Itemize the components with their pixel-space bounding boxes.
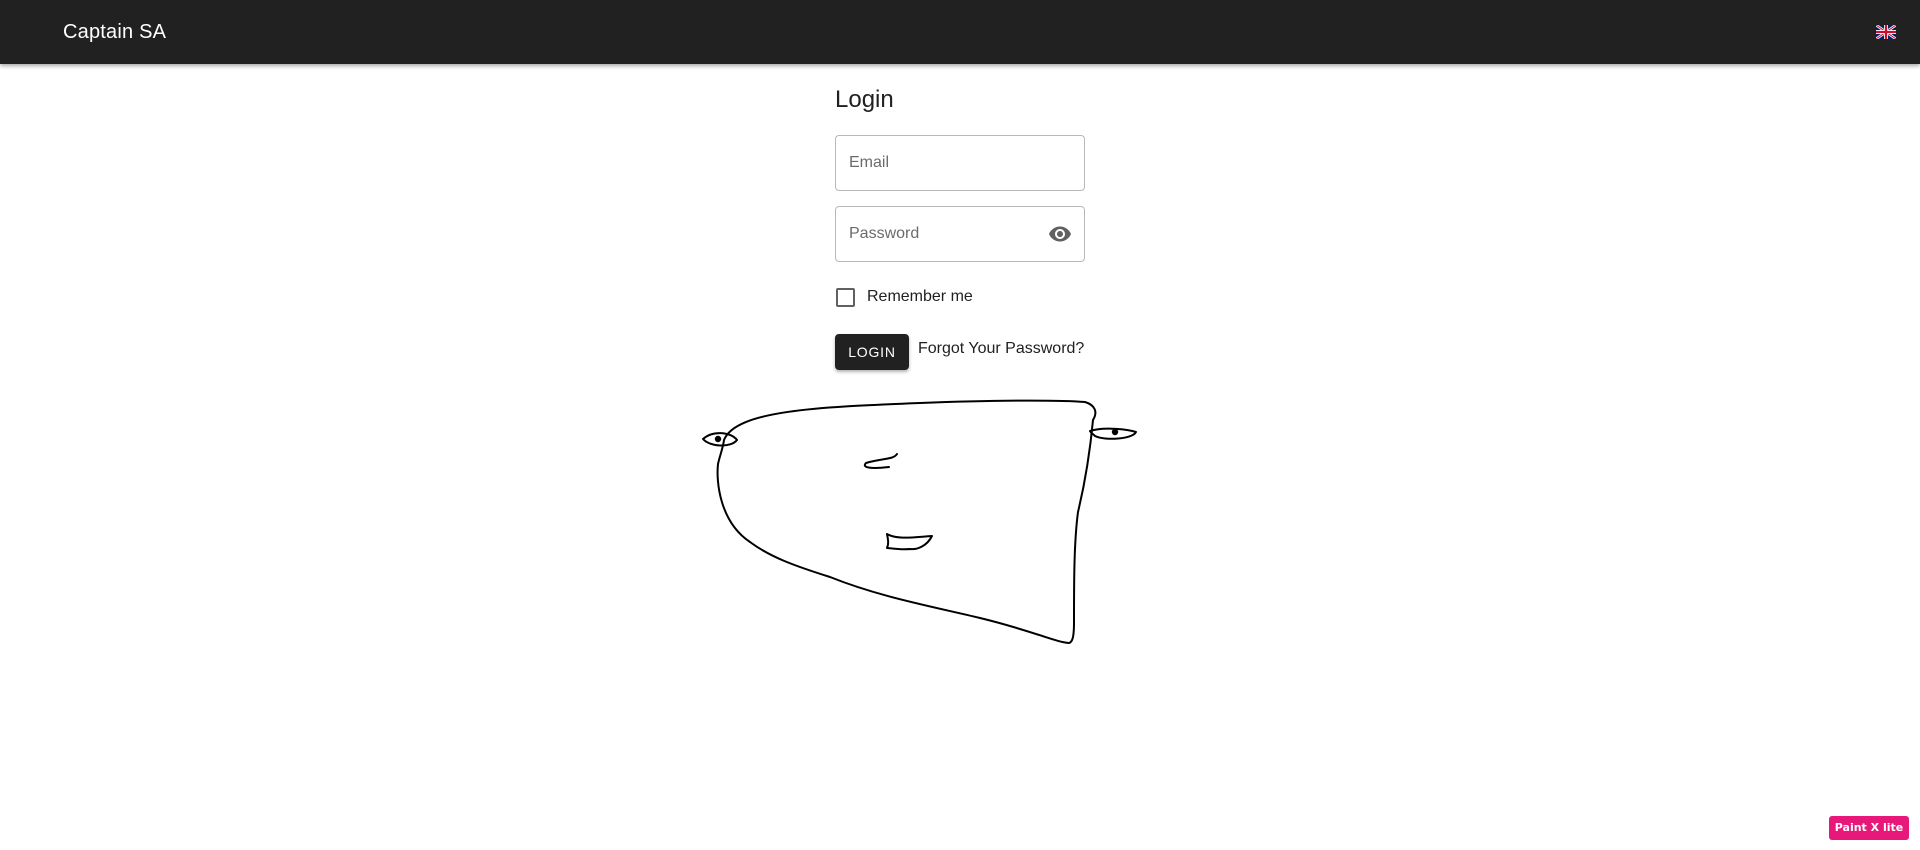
- password-field-container: [835, 206, 1085, 262]
- forgot-password-link[interactable]: Forgot Your Password?: [918, 340, 1084, 358]
- uk-flag-icon: [1876, 25, 1896, 39]
- remember-me-checkbox[interactable]: [836, 287, 855, 307]
- password-field[interactable]: [849, 207, 1049, 261]
- email-field-container: [835, 135, 1085, 191]
- remember-me-label[interactable]: Remember me: [867, 288, 973, 306]
- paint-extension-badge[interactable]: Paint X lite: [1829, 816, 1909, 840]
- page-title: Login: [835, 86, 894, 113]
- app-bar: Captain SA: [0, 0, 1920, 64]
- show-password-button[interactable]: [1048, 222, 1072, 246]
- drawing-right-pupil: [1111, 428, 1119, 436]
- remember-me-row: Remember me: [835, 285, 973, 309]
- drawing-outline: [716, 399, 1097, 644]
- app-title: Captain SA: [63, 21, 167, 43]
- eye-icon: [1049, 226, 1071, 242]
- language-button[interactable]: [1874, 20, 1898, 44]
- freehand-drawing: [702, 399, 1137, 644]
- drawing-nose: [863, 453, 898, 469]
- login-button[interactable]: LOGIN: [835, 334, 909, 370]
- drawing-mouth: [886, 533, 933, 551]
- email-field[interactable]: [849, 136, 1049, 190]
- drawing-left-pupil: [714, 435, 722, 443]
